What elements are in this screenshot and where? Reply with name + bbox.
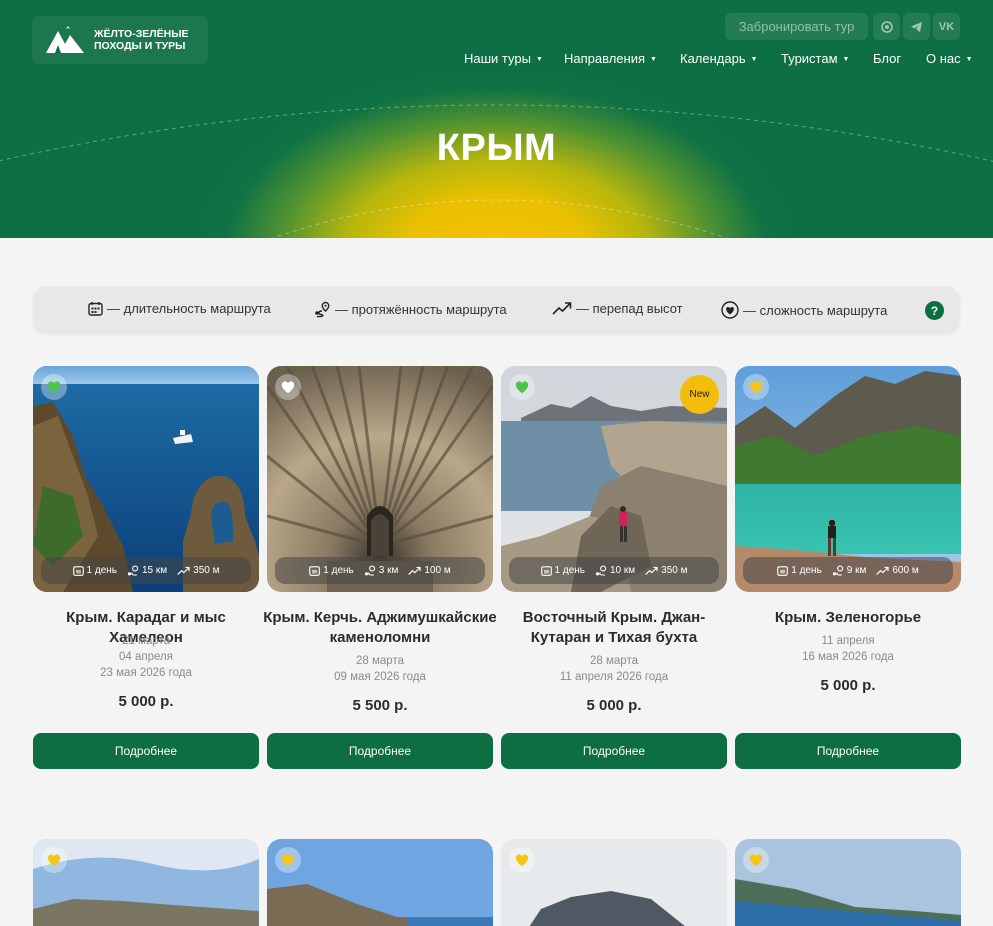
tour-photo[interactable]: 1 день 3 км 100 м xyxy=(267,366,493,592)
whatsapp-icon[interactable] xyxy=(873,13,900,40)
trend-up-icon xyxy=(177,566,190,575)
route-pin-icon xyxy=(832,564,843,576)
tour-photo[interactable] xyxy=(735,839,961,926)
distance-stat: 3 км xyxy=(364,564,398,577)
tour-dates: 28 марта 09 мая 2026 года xyxy=(334,655,426,683)
route-stats: 1 день 3 км 100 м xyxy=(275,557,485,584)
distance-stat: 9 км xyxy=(832,564,866,577)
route-stats: 1 день 15 км 350 м xyxy=(41,557,251,584)
nav-about[interactable]: О нас ▼ xyxy=(926,51,973,66)
tour-dates: 11 апреля 16 мая 2026 года xyxy=(802,635,894,663)
tour-photo[interactable]: New 1 день 10 км 350 м xyxy=(501,366,727,592)
difficulty-heart-icon[interactable] xyxy=(509,374,535,400)
nav-our-tours[interactable]: Наши туры ▼ xyxy=(464,51,543,66)
trend-up-icon xyxy=(552,302,572,315)
caret-down-icon: ▼ xyxy=(650,56,657,63)
tour-photo[interactable]: 1 день 15 км 350 м xyxy=(33,366,259,592)
route-pin-icon xyxy=(127,564,139,576)
elevation-stat: 350 м xyxy=(177,565,219,576)
difficulty-heart-icon[interactable] xyxy=(275,847,301,873)
details-button[interactable]: Подробнее xyxy=(501,733,727,769)
duration-stat: 1 день xyxy=(777,565,822,576)
caret-down-icon: ▼ xyxy=(750,56,758,63)
tour-photo[interactable] xyxy=(501,839,727,926)
tour-dates: 21 марта 04 апреля 23 мая 2026 года xyxy=(100,635,192,679)
new-badge: New xyxy=(680,375,719,414)
route-pin-icon xyxy=(364,564,375,576)
trend-up-icon xyxy=(408,566,421,575)
difficulty-heart-icon[interactable] xyxy=(275,374,301,400)
calendar-icon xyxy=(309,566,321,576)
route-pin-icon xyxy=(315,301,330,318)
book-tour-button[interactable]: Забронировать тур xyxy=(725,13,868,40)
caret-down-icon: ▼ xyxy=(842,56,850,63)
trend-up-icon xyxy=(645,566,658,575)
route-pin-icon xyxy=(595,564,607,576)
tour-price: 5 000 р. xyxy=(820,677,876,694)
difficulty-help-button[interactable]: ? xyxy=(925,301,944,320)
legend-duration: — длительность маршрута xyxy=(88,301,271,316)
caret-down-icon: ▼ xyxy=(535,56,543,63)
difficulty-heart-icon[interactable] xyxy=(743,374,769,400)
tour-title[interactable]: Крым. Зеленогорье xyxy=(731,608,965,628)
tour-title[interactable]: Крым. Керчь. Аджимушкайские каменоломни xyxy=(263,608,497,648)
route-legend: — длительность маршрута — протяжённость … xyxy=(33,286,960,334)
heart-circle-icon xyxy=(721,301,739,319)
nav-destinations[interactable]: Направления ▼ xyxy=(564,51,657,66)
duration-stat: 1 день xyxy=(309,565,354,576)
nav-calendar[interactable]: Календарь ▼ xyxy=(680,51,758,66)
calendar-icon xyxy=(88,302,103,316)
hero-banner: ЖЁЛТО-ЗЕЛЁНЫЕ ПОХОДЫ И ТУРЫ Забронироват… xyxy=(0,0,993,238)
elevation-stat: 100 м xyxy=(408,565,451,576)
tour-price: 5 000 р. xyxy=(118,693,174,710)
vk-icon[interactable]: VK xyxy=(933,13,960,40)
details-button[interactable]: Подробнее xyxy=(735,733,961,769)
legend-difficulty: — сложность маршрута xyxy=(721,301,887,319)
details-button[interactable]: Подробнее xyxy=(33,733,259,769)
elevation-stat: 600 м xyxy=(876,565,919,576)
difficulty-heart-icon[interactable] xyxy=(743,847,769,873)
nav-tourists[interactable]: Туристам ▼ xyxy=(781,51,849,66)
difficulty-heart-icon[interactable] xyxy=(509,847,535,873)
trend-up-icon xyxy=(876,566,889,575)
legend-elevation: — перепад высот xyxy=(552,301,683,316)
calendar-icon xyxy=(540,566,552,576)
calendar-icon xyxy=(72,566,84,576)
tour-price: 5 000 р. xyxy=(586,697,642,714)
distance-stat: 15 км xyxy=(127,564,167,577)
calendar-icon xyxy=(777,566,789,576)
elevation-stat: 350 м xyxy=(645,565,687,576)
distance-stat: 10 км xyxy=(595,564,635,577)
route-stats: 1 день 9 км 600 м xyxy=(743,557,953,584)
route-stats: 1 день 10 км 350 м xyxy=(509,557,719,584)
legend-distance: — протяжённость маршрута xyxy=(314,301,507,318)
tour-photo[interactable] xyxy=(33,839,259,926)
duration-stat: 1 день xyxy=(72,565,117,576)
tour-title[interactable]: Восточный Крым. Джан-Кутаран и Тихая бух… xyxy=(497,608,731,648)
difficulty-heart-icon[interactable] xyxy=(41,847,67,873)
logo-text: ЖЁЛТО-ЗЕЛЁНЫЕ ПОХОДЫ И ТУРЫ xyxy=(94,28,189,52)
tour-photo[interactable]: 1 день 9 км 600 м xyxy=(735,366,961,592)
details-button[interactable]: Подробнее xyxy=(267,733,493,769)
telegram-icon[interactable] xyxy=(903,13,930,40)
page-title: КРЫМ xyxy=(436,127,557,169)
duration-stat: 1 день xyxy=(540,565,585,576)
difficulty-heart-icon[interactable] xyxy=(41,374,67,400)
caret-down-icon: ▼ xyxy=(965,56,973,63)
tour-photo[interactable] xyxy=(267,839,493,926)
tour-dates: 28 марта 11 апреля 2026 года xyxy=(559,655,669,683)
nav-blog[interactable]: Блог xyxy=(873,51,901,66)
tour-price: 5 500 р. xyxy=(352,697,408,714)
main-nav: Наши туры ▼ Направления ▼ Календарь ▼ Турис… xyxy=(0,51,993,69)
